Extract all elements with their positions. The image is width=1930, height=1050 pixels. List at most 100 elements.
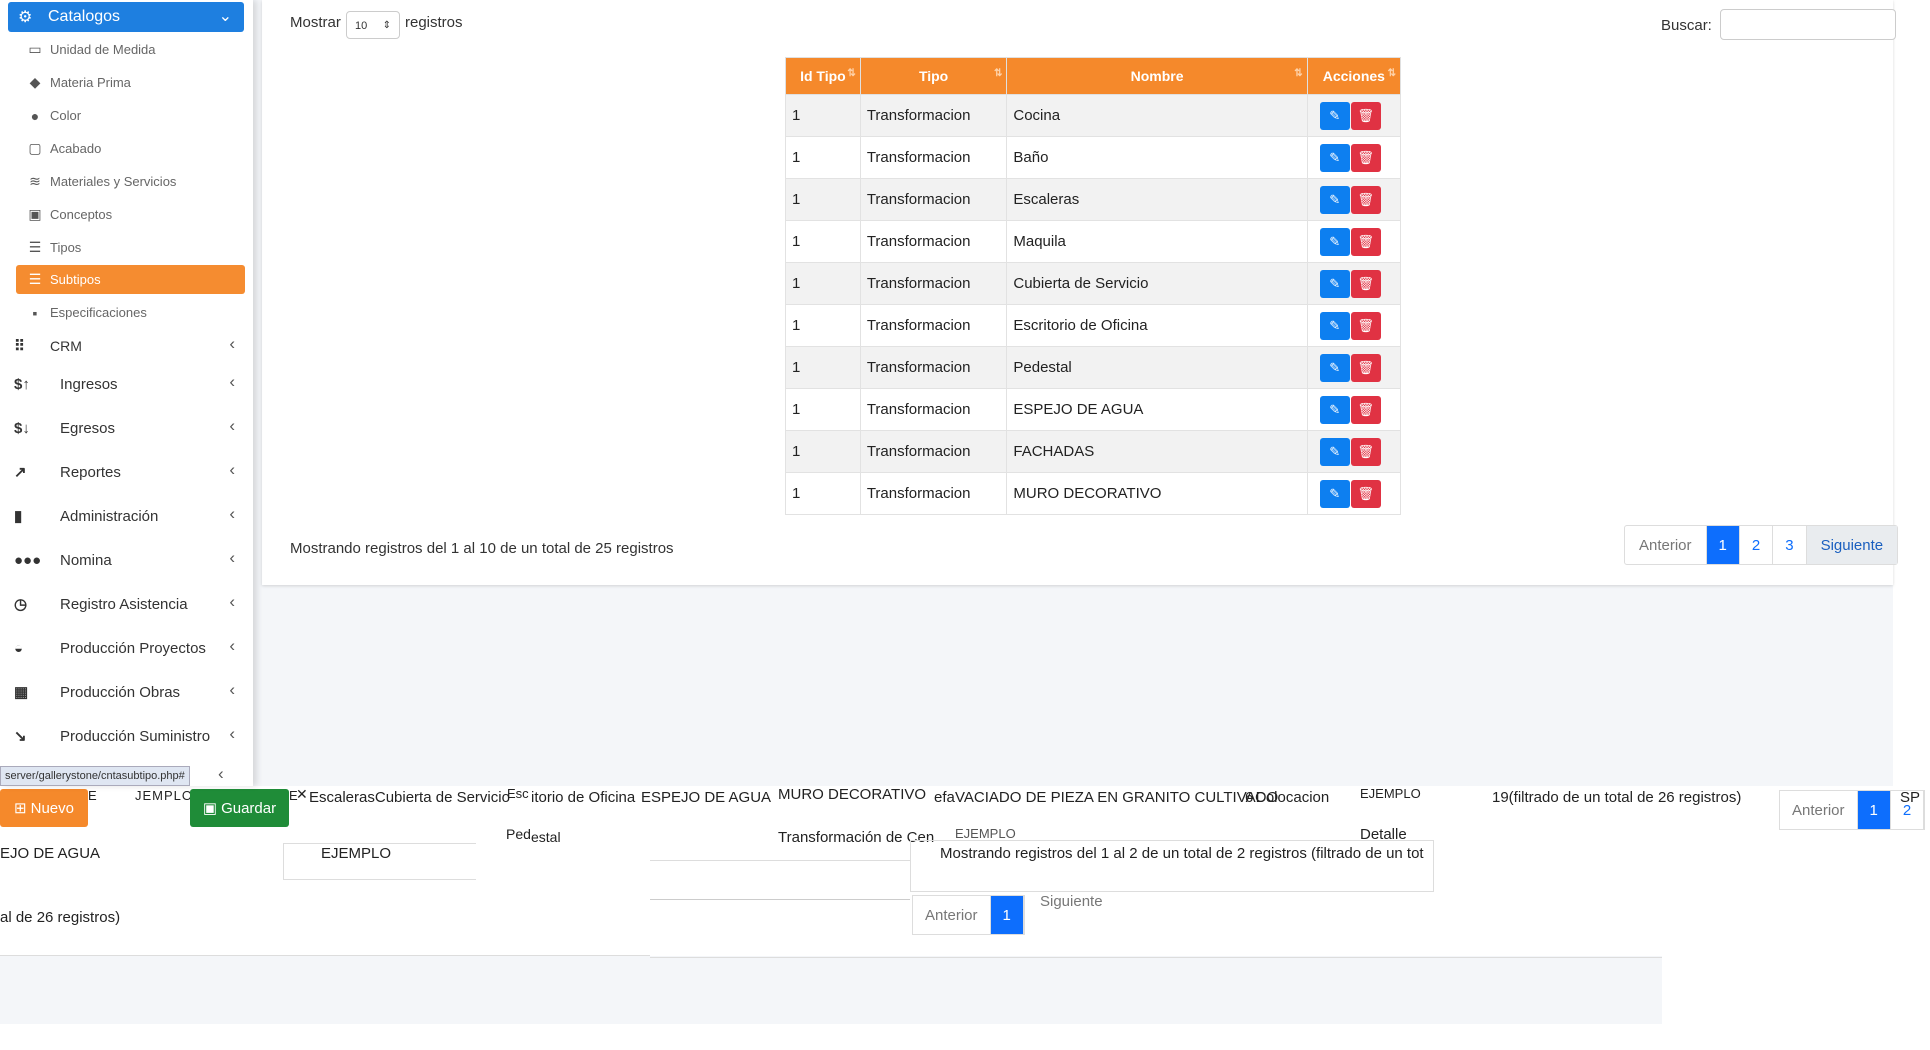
edit-button[interactable]: ✎ <box>1319 227 1350 256</box>
layers-icon: ≋ <box>29 173 41 189</box>
sidebar-item-unidad-medida[interactable]: ▭ Unidad de Medida <box>16 35 245 64</box>
catalogos-label: Catalogos <box>48 8 121 25</box>
catalogos-menu[interactable]: ⚙ Catalogos ⌄ <box>8 2 244 32</box>
nuevo-button[interactable]: ⊞ Nuevo <box>0 789 88 827</box>
sidebar-item-color[interactable]: ● Color <box>16 101 245 130</box>
artifact-text: Mostrando registros del 1 al 2 de un tot… <box>940 845 1424 862</box>
ruler-icon: ▭ <box>28 41 42 57</box>
sidebar-item-reportes[interactable]: ↗ Reportes ‹ <box>14 457 239 487</box>
sidebar-item-label: Nomina <box>60 551 112 569</box>
chevron-left-icon: ‹ <box>229 416 235 435</box>
cell-nombre: Escaleras <box>1006 178 1308 221</box>
delete-button[interactable]: 🗑 <box>1350 437 1381 466</box>
trash-icon: 🗑 <box>1357 317 1374 333</box>
trash-icon: 🗑 <box>1357 191 1374 207</box>
sidebar-item-produccion-proyectos[interactable]: ◒ Producción Proyectos ‹ <box>14 633 239 663</box>
column-header-nombre[interactable]: Nombre ⇅ <box>1006 57 1308 95</box>
sort-icon: ⇅ <box>993 68 1003 79</box>
cell-nombre: Pedestal <box>1006 346 1308 389</box>
pagination-next[interactable]: Siguiente <box>1806 526 1898 564</box>
edit-button[interactable]: ✎ <box>1319 437 1350 466</box>
cell-acciones: ✎ 🗑 <box>1306 388 1402 431</box>
pagination-previous[interactable]: Anterior <box>913 896 991 934</box>
chevron-left-icon: ‹ <box>229 548 235 567</box>
sidebar-item-label: Producción Suministro <box>60 727 211 745</box>
search-input[interactable] <box>1720 9 1896 40</box>
sidebar-item-acabado[interactable]: ▢ Acabado <box>16 134 245 163</box>
trash-icon: 🗑 <box>1357 485 1374 501</box>
edit-button[interactable]: ✎ <box>1319 269 1350 298</box>
delete-button[interactable]: 🗑 <box>1350 227 1381 256</box>
sidebar-item-label: Registro Asistencia <box>60 595 188 613</box>
pagination-page-1[interactable]: 1 <box>990 896 1024 934</box>
page-length-select[interactable]: 10 ⇕ <box>346 11 400 39</box>
column-header-tipo[interactable]: Tipo ⇅ <box>859 57 1008 95</box>
edit-button[interactable]: ✎ <box>1319 311 1350 340</box>
sidebar-item-label: Subtipos <box>50 272 101 287</box>
delete-button[interactable]: 🗑 <box>1350 479 1381 508</box>
delete-button[interactable]: 🗑 <box>1350 353 1381 382</box>
sidebar-item-label: Producción Proyectos <box>60 639 206 657</box>
show-entries-suffix: registros <box>405 14 463 31</box>
edit-button[interactable]: ✎ <box>1319 143 1350 172</box>
sidebar-item-label: Egresos <box>60 419 116 437</box>
pagination-previous[interactable]: Anterior <box>1625 526 1707 564</box>
edit-button[interactable]: ✎ <box>1319 101 1350 130</box>
delete-button[interactable]: 🗑 <box>1350 269 1381 298</box>
column-header-id-tipo[interactable]: Id Tipo ⇅ <box>785 57 861 95</box>
sidebar-item-administracion[interactable]: ▮ Administración ‹ <box>14 501 239 531</box>
pagination-page-1[interactable]: 1 <box>1857 791 1891 829</box>
delete-button[interactable]: 🗑 <box>1350 101 1381 130</box>
cell-tipo: Transformacion <box>859 178 1008 221</box>
sidebar-item-produccion-obras[interactable]: ▦ Producción Obras ‹ <box>14 677 239 707</box>
artifact-text: EJEMPLO <box>955 826 1016 841</box>
sidebar-item-materia-prima[interactable]: ◆ Materia Prima <box>16 68 245 97</box>
chevron-left-icon: ‹ <box>229 724 235 743</box>
edit-icon: ✎ <box>1329 443 1341 459</box>
sidebar-item-nomina[interactable]: ●●● Nomina ‹ <box>14 545 239 575</box>
sidebar-item-subtipos[interactable]: ☰ Subtipos <box>16 265 245 294</box>
toolbox-icon: ▣ <box>28 206 42 222</box>
delete-button[interactable]: 🗑 <box>1350 185 1381 214</box>
delete-button[interactable]: 🗑 <box>1350 311 1381 340</box>
edit-button[interactable]: ✎ <box>1319 479 1350 508</box>
delete-button[interactable]: 🗑 <box>1350 143 1381 172</box>
sort-icon: ⇅ <box>1387 68 1396 79</box>
sidebar-item-ingresos[interactable]: $↑ Ingresos ‹ <box>14 369 239 399</box>
guardar-button[interactable]: ▣ Guardar <box>190 789 289 827</box>
sidebar-item-crm[interactable]: ⠿ CRM ‹ <box>14 331 239 361</box>
table-row: 1 Transformacion Escaleras ✎ 🗑 <box>785 178 1402 221</box>
pagination-page-3[interactable]: 3 <box>1773 526 1807 564</box>
artifact-text: efa <box>934 789 955 806</box>
pagination-page-2[interactable]: 2 <box>1740 526 1774 564</box>
sidebar-item-materiales-servicios[interactable]: ≋ Materiales y Servicios <box>16 167 245 196</box>
edit-button[interactable]: ✎ <box>1319 185 1350 214</box>
cell-tipo: Transformacion <box>859 430 1008 473</box>
list-icon: ☰ <box>28 239 42 255</box>
chevron-left-icon: ‹ <box>229 592 235 611</box>
sort-icon: ⇅ <box>847 68 856 79</box>
sidebar-item-especificaciones[interactable]: ▪ Especificaciones <box>16 298 245 327</box>
close-icon[interactable]: ✕ <box>296 786 308 803</box>
sidebar-item-produccion-suministro[interactable]: ↘ Producción Suministro ‹ <box>14 721 239 751</box>
pagination-page-1[interactable]: 1 <box>1706 526 1740 564</box>
sidebar-item-registro-asistencia[interactable]: ◷ Registro Asistencia ‹ <box>14 589 239 619</box>
sidebar-item-label: CRM <box>50 338 82 354</box>
artifact-text: 6 <box>1245 789 1254 806</box>
cell-tipo: Transformacion <box>859 94 1008 137</box>
edit-button[interactable]: ✎ <box>1319 353 1350 382</box>
cell-id-tipo: 1 <box>785 388 861 431</box>
pagination-next[interactable]: Siguiente <box>1040 893 1103 910</box>
sidebar-item-tipos[interactable]: ☰ Tipos <box>16 233 245 262</box>
column-header-acciones[interactable]: Acciones ⇅ <box>1306 57 1402 95</box>
pagination-previous[interactable]: Anterior <box>1780 791 1858 829</box>
cell-acciones: ✎ 🗑 <box>1306 430 1402 473</box>
artifact-divider <box>650 957 1662 960</box>
sidebar-item-egresos[interactable]: $↓ Egresos ‹ <box>14 413 239 443</box>
edit-button[interactable]: ✎ <box>1319 395 1350 424</box>
chevron-left-icon: ‹ <box>218 764 224 783</box>
delete-button[interactable]: 🗑 <box>1350 395 1381 424</box>
edit-icon: ✎ <box>1329 191 1341 207</box>
sidebar-item-conceptos[interactable]: ▣ Conceptos <box>16 200 245 229</box>
artifact-text: E <box>88 788 97 803</box>
